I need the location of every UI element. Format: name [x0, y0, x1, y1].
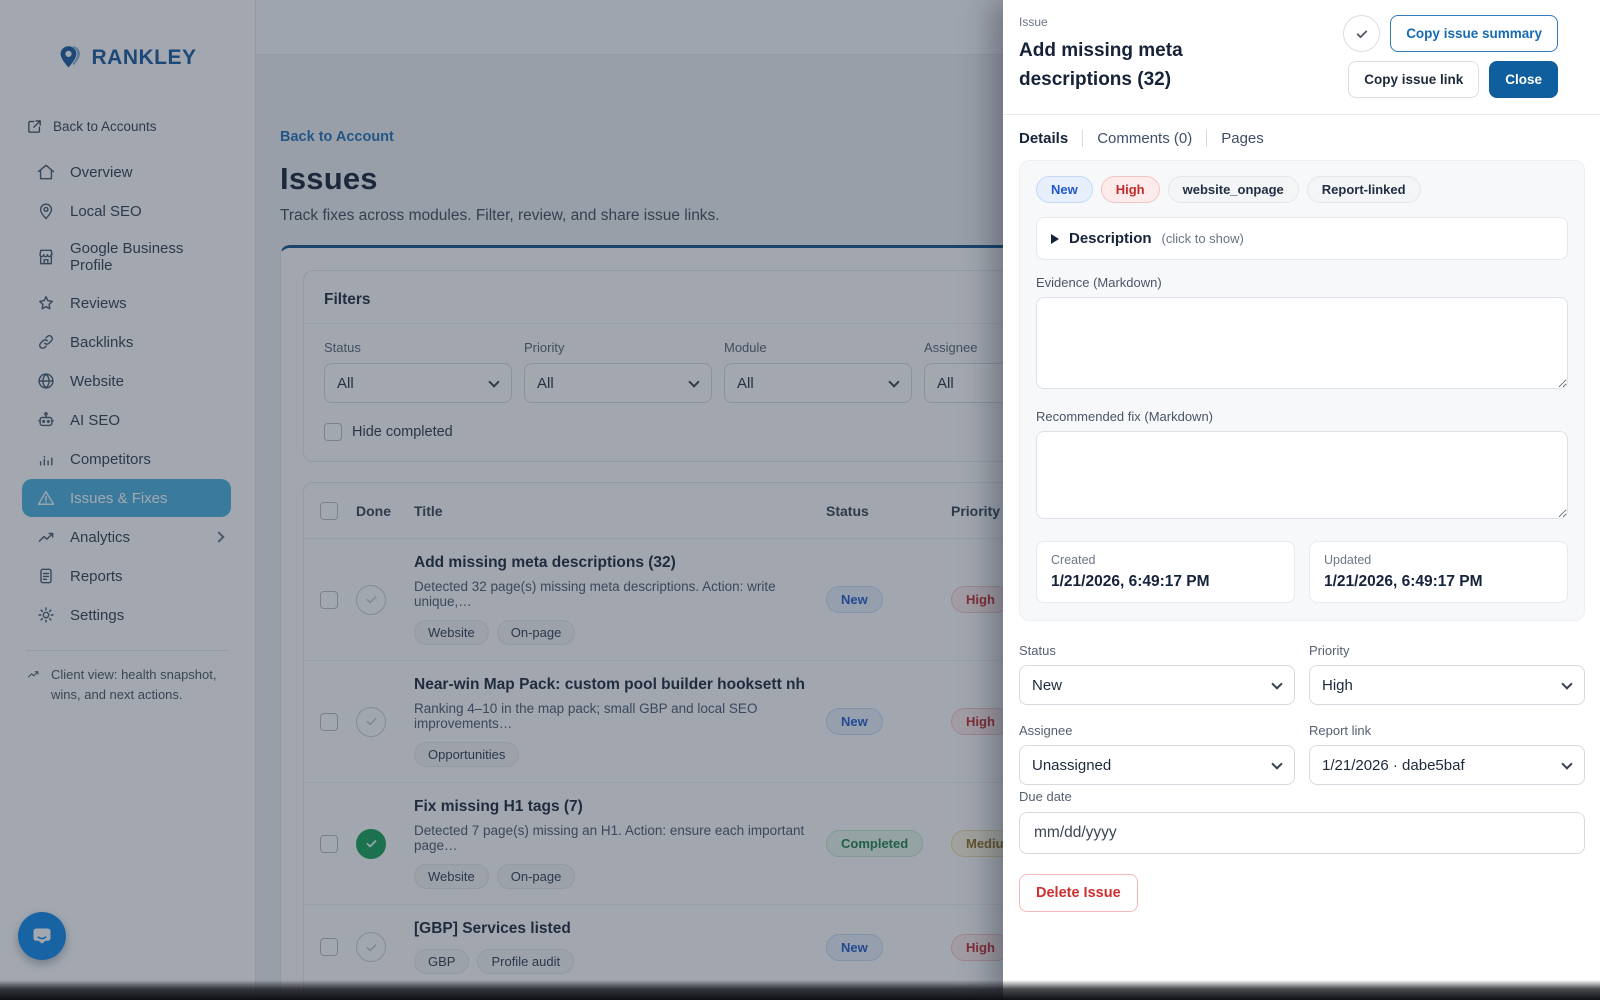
created-card: Created 1/21/2026, 6:49:17 PM: [1036, 541, 1295, 603]
created-label: Created: [1051, 553, 1280, 567]
updated-card: Updated 1/21/2026, 6:49:17 PM: [1309, 541, 1568, 603]
recommended-fix-textarea[interactable]: [1036, 431, 1568, 519]
assignee-select[interactable]: Unassigned: [1019, 745, 1295, 785]
caret-right-icon: [1051, 234, 1059, 244]
assignee-value: Unassigned: [1032, 757, 1111, 774]
drawer-body: New High website_onpage Report-linked De…: [1003, 160, 1600, 912]
module-chip: website_onpage: [1168, 176, 1299, 203]
priority-badge: High: [1101, 176, 1160, 203]
recommended-fix-label: Recommended fix (Markdown): [1036, 409, 1568, 424]
chevron-down-icon: [1271, 758, 1282, 769]
due-date-field: Due date: [1019, 789, 1585, 854]
copy-issue-summary-button[interactable]: Copy issue summary: [1390, 15, 1558, 52]
description-toggle[interactable]: Description (click to show): [1036, 217, 1568, 260]
tab-pages[interactable]: Pages: [1221, 130, 1264, 147]
tab-details[interactable]: Details: [1019, 130, 1068, 147]
tab-separator: [1206, 130, 1207, 147]
assignee-field: Assignee Unassigned: [1019, 711, 1295, 785]
description-title: Description: [1069, 230, 1152, 247]
drawer-header: Issue Add missing meta descriptions (32)…: [1003, 0, 1600, 115]
evidence-label: Evidence (Markdown): [1036, 275, 1568, 290]
app-window: RANKLEY Back to Accounts Overview Local …: [0, 0, 1600, 1000]
created-value: 1/21/2026, 6:49:17 PM: [1051, 573, 1280, 591]
status-value: New: [1032, 677, 1062, 694]
priority-value: High: [1322, 677, 1353, 694]
chevron-down-icon: [1271, 678, 1282, 689]
check-icon: [1354, 26, 1370, 42]
report-link-select[interactable]: 1/21/2026 · dabe5baf: [1309, 745, 1585, 785]
status-badge: New: [1036, 176, 1093, 203]
report-linked-chip: Report-linked: [1307, 176, 1421, 203]
tab-separator: [1082, 130, 1083, 147]
drawer-tabs: Details Comments (0) Pages: [1003, 115, 1600, 160]
report-link-value: 1/21/2026 · dabe5baf: [1322, 757, 1465, 774]
details-card: New High website_onpage Report-linked De…: [1019, 160, 1585, 621]
chevron-down-icon: [1561, 678, 1572, 689]
priority-field: Priority High: [1309, 631, 1585, 705]
updated-value: 1/21/2026, 6:49:17 PM: [1324, 573, 1553, 591]
status-field: Status New: [1019, 631, 1295, 705]
updated-label: Updated: [1324, 553, 1553, 567]
report-link-label: Report link: [1309, 723, 1585, 738]
status-select[interactable]: New: [1019, 665, 1295, 705]
tab-comments[interactable]: Comments (0): [1097, 130, 1192, 147]
due-date-label: Due date: [1019, 789, 1585, 804]
report-link-field: Report link 1/21/2026 · dabe5baf: [1309, 711, 1585, 785]
status-label: Status: [1019, 643, 1295, 658]
priority-label: Priority: [1309, 643, 1585, 658]
due-date-input[interactable]: [1019, 812, 1585, 854]
evidence-textarea[interactable]: [1036, 297, 1568, 389]
copy-issue-link-button[interactable]: Copy issue link: [1348, 61, 1479, 98]
issue-detail-drawer: Issue Add missing meta descriptions (32)…: [1003, 0, 1600, 1000]
close-button[interactable]: Close: [1489, 61, 1558, 98]
priority-select[interactable]: High: [1309, 665, 1585, 705]
description-hint: (click to show): [1162, 231, 1244, 246]
drawer-title: Add missing meta descriptions (32): [1019, 37, 1254, 94]
chevron-down-icon: [1561, 758, 1572, 769]
toggle-done-button[interactable]: [1343, 15, 1380, 52]
assignee-label: Assignee: [1019, 723, 1295, 738]
drawer-kicker: Issue: [1019, 15, 1254, 29]
delete-issue-button[interactable]: Delete Issue: [1019, 874, 1138, 912]
